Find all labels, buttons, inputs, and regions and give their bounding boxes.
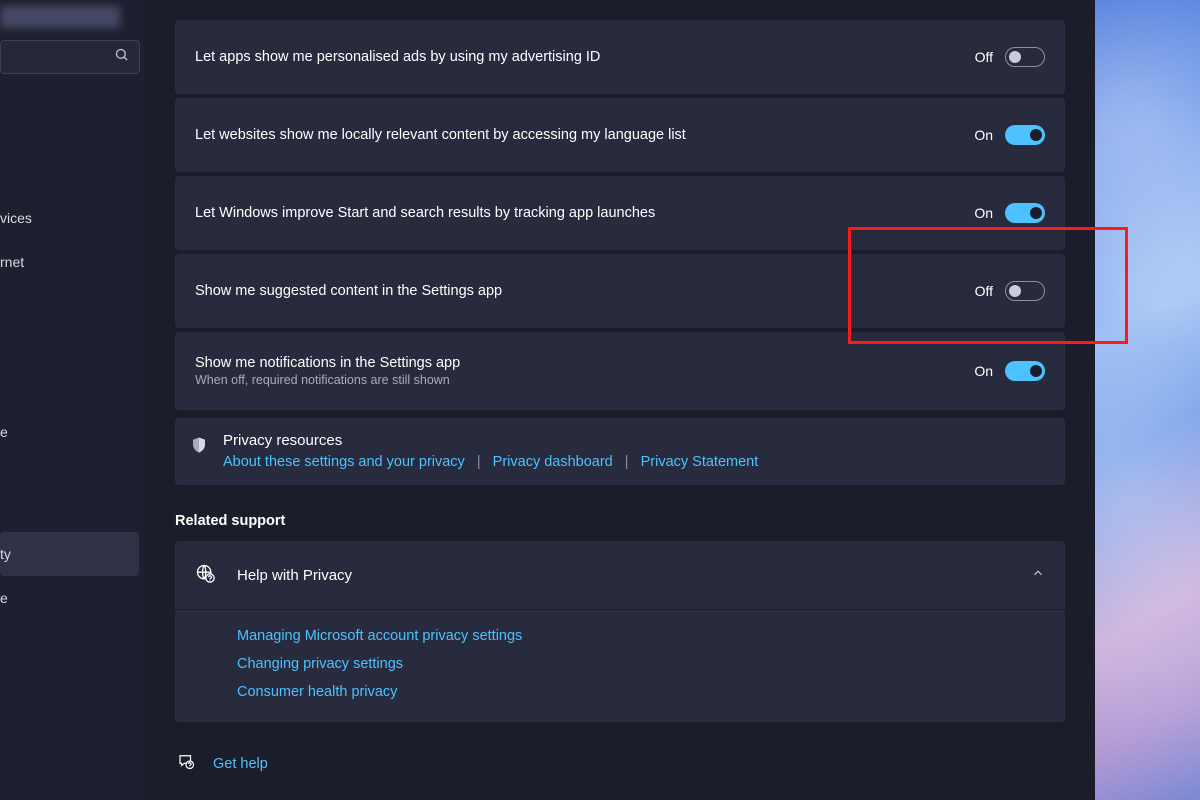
setting-title: Let apps show me personalised ads by usi… xyxy=(195,49,975,65)
get-help-row: Get help xyxy=(175,752,1065,775)
setting-row-settings-notifications: Show me notifications in the Settings ap… xyxy=(175,332,1065,410)
search-input[interactable] xyxy=(0,40,140,74)
toggle-app-launches[interactable] xyxy=(1005,203,1045,223)
help-link[interactable]: Consumer health privacy xyxy=(237,684,1045,700)
help-link[interactable]: Managing Microsoft account privacy setti… xyxy=(237,628,1045,644)
setting-row-advertising-id: Let apps show me personalised ads by usi… xyxy=(175,20,1065,94)
toggle-advertising-id[interactable] xyxy=(1005,47,1045,67)
toggle-state-label: On xyxy=(974,205,993,221)
separator: | xyxy=(625,454,629,470)
privacy-resources-card: Privacy resources About these settings a… xyxy=(175,418,1065,485)
settings-sidebar: vices rnet e ty e xyxy=(0,0,145,800)
sidebar-item-label: ty xyxy=(0,546,11,562)
setting-title: Let websites show me locally relevant co… xyxy=(195,127,974,143)
sidebar-item[interactable]: e xyxy=(0,576,145,620)
setting-title: Show me suggested content in the Setting… xyxy=(195,283,975,299)
sidebar-item-privacy[interactable]: ty xyxy=(0,532,139,576)
setting-title: Let Windows improve Start and search res… xyxy=(195,205,974,221)
setting-row-app-launches: Let Windows improve Start and search res… xyxy=(175,176,1065,250)
sidebar-item-label: rnet xyxy=(0,254,24,270)
help-with-privacy-title: Help with Privacy xyxy=(237,567,1009,584)
setting-title: Show me notifications in the Settings ap… xyxy=(195,355,974,371)
toggle-suggested-content[interactable] xyxy=(1005,281,1045,301)
setting-subtitle: When off, required notifications are sti… xyxy=(195,373,974,387)
help-with-privacy-body: Managing Microsoft account privacy setti… xyxy=(175,609,1065,722)
sidebar-item[interactable]: rnet xyxy=(0,240,145,284)
globe-help-icon xyxy=(195,563,215,588)
sidebar-item[interactable]: vices xyxy=(0,196,145,240)
toggle-state-label: Off xyxy=(975,49,993,65)
privacy-resources-title: Privacy resources xyxy=(223,432,1045,449)
desktop-wallpaper xyxy=(1095,0,1200,800)
profile-blurred xyxy=(0,6,145,28)
settings-content: Let apps show me personalised ads by usi… xyxy=(145,0,1095,800)
related-support-heading: Related support xyxy=(175,513,1065,529)
setting-row-suggested-content: Show me suggested content in the Setting… xyxy=(175,254,1065,328)
setting-row-language-list: Let websites show me locally relevant co… xyxy=(175,98,1065,172)
toggle-state-label: Off xyxy=(975,283,993,299)
shield-icon xyxy=(189,435,209,455)
get-help-link[interactable]: Get help xyxy=(213,756,268,772)
separator: | xyxy=(477,454,481,470)
link-about-settings[interactable]: About these settings and your privacy xyxy=(223,454,465,470)
chevron-up-icon xyxy=(1031,566,1045,585)
toggle-state-label: On xyxy=(974,127,993,143)
help-with-privacy-header[interactable]: Help with Privacy xyxy=(175,541,1065,609)
toggle-settings-notifications[interactable] xyxy=(1005,361,1045,381)
sidebar-item-label: e xyxy=(0,424,8,440)
sidebar-item-label: vices xyxy=(0,210,32,226)
help-with-privacy-card: Help with Privacy Managing Microsoft acc… xyxy=(175,541,1065,722)
toggle-language-list[interactable] xyxy=(1005,125,1045,145)
sidebar-item[interactable]: e xyxy=(0,410,145,454)
sidebar-item-label: e xyxy=(0,590,8,606)
get-help-icon xyxy=(177,752,195,775)
link-privacy-dashboard[interactable]: Privacy dashboard xyxy=(493,454,613,470)
help-link[interactable]: Changing privacy settings xyxy=(237,656,1045,672)
search-icon xyxy=(114,47,129,67)
toggle-state-label: On xyxy=(974,363,993,379)
link-privacy-statement[interactable]: Privacy Statement xyxy=(641,454,759,470)
